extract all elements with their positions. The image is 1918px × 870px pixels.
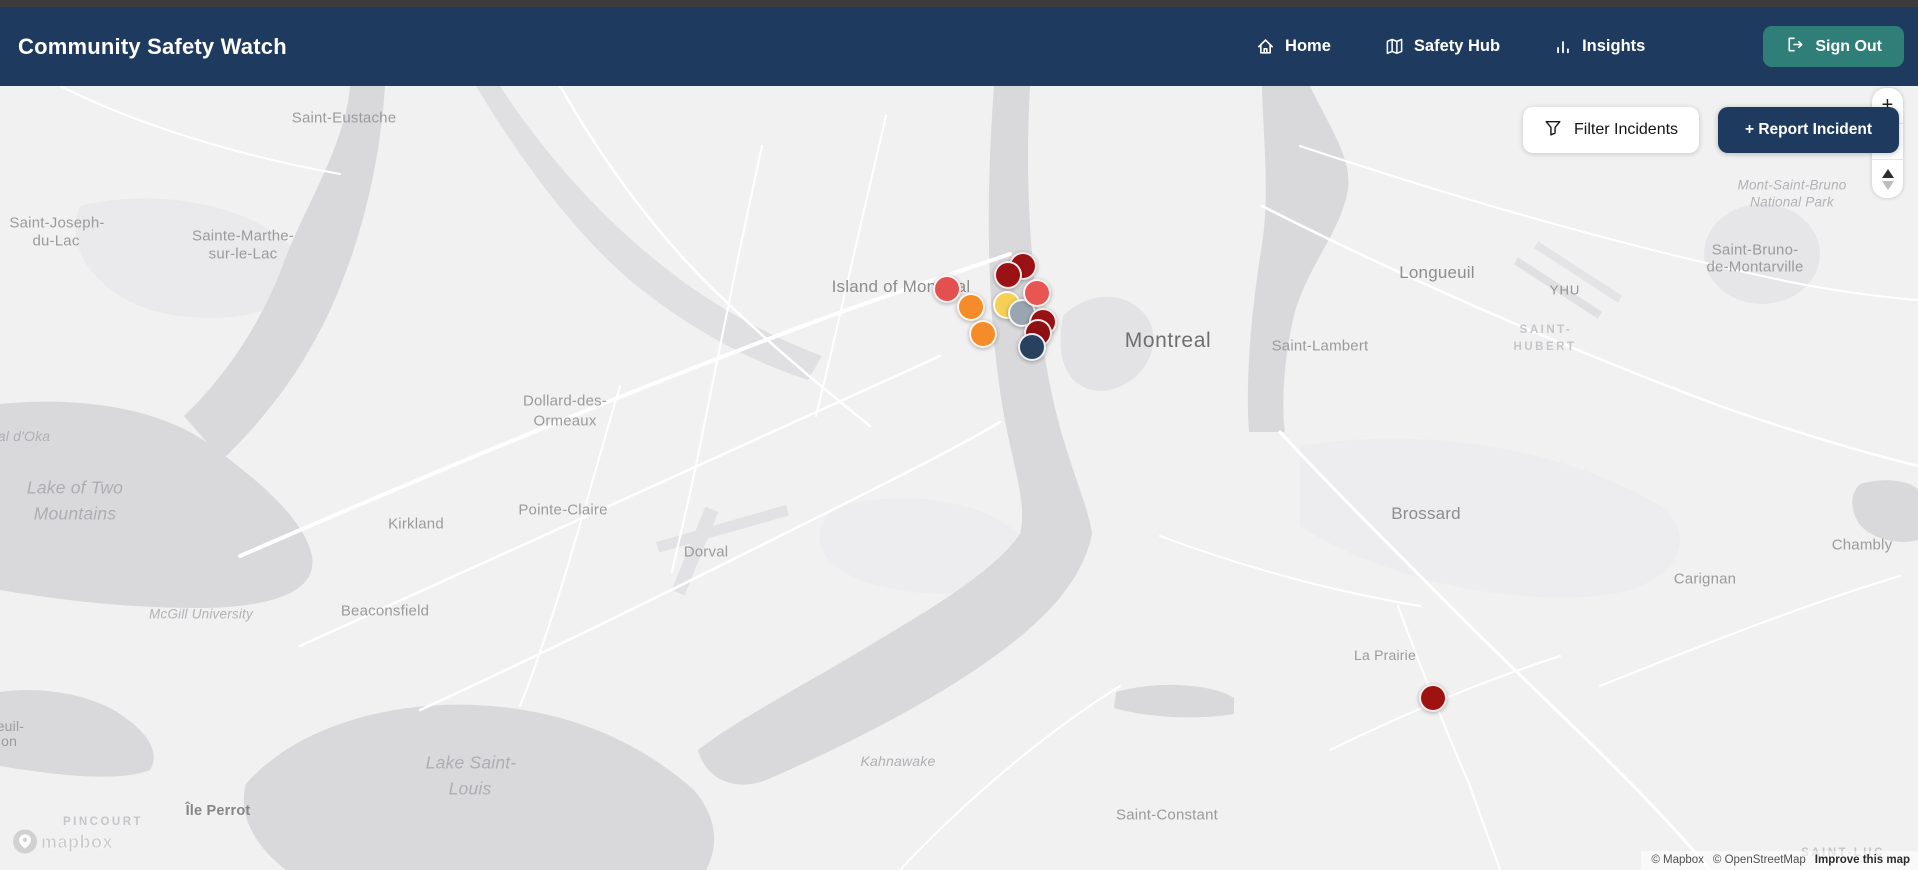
map-base-art [0,86,1918,870]
incident-marker[interactable] [1023,279,1051,307]
compass-button[interactable] [1872,160,1903,198]
incident-marker[interactable] [933,275,961,303]
nav-item-label: Safety Hub [1413,37,1501,55]
nav-item-label: Home [1285,37,1331,55]
app-header: Community Safety Watch Home Safety Hub I… [0,7,1918,86]
window-top-strip [0,0,1918,7]
home-icon [1256,37,1275,56]
incident-marker[interactable] [1419,684,1447,712]
sign-out-button[interactable]: Sign Out [1763,26,1904,67]
nav-item-label: Insights [1582,37,1646,55]
incident-marker[interactable] [969,320,997,348]
incident-marker[interactable] [994,261,1022,289]
header-nav: Home Safety Hub Insights Sign Out [1256,26,1904,67]
nav-item-safety-hub[interactable]: Safety Hub [1385,37,1500,56]
incident-marker[interactable] [957,293,985,321]
bar-chart-icon [1554,38,1572,56]
filter-incidents-label: Filter Incidents [1574,121,1679,138]
filter-funnel-icon [1544,119,1562,142]
nav-item-home[interactable]: Home [1256,37,1331,56]
incident-marker[interactable] [1018,333,1046,361]
compass-south-icon [1881,180,1894,190]
mapbox-wordmark: mapbox [41,832,113,852]
sign-out-label: Sign Out [1815,37,1882,55]
app-title: Community Safety Watch [18,33,287,59]
map-canvas[interactable]: Saint-Eustache Saint-Joseph-du-Lac Sainte-… [0,86,1918,870]
logout-icon [1785,35,1804,59]
compass-north-icon [1881,168,1894,178]
map-icon [1385,37,1404,56]
report-incident-button[interactable]: + Report Incident [1718,107,1899,153]
filter-incidents-button[interactable]: Filter Incidents [1523,107,1700,153]
improve-map-link[interactable]: Improve this map [1815,854,1910,866]
map-attribution: © Mapbox © OpenStreetMap Improve this ma… [1641,851,1918,870]
attribution-mapbox-link[interactable]: © Mapbox [1651,854,1704,866]
nav-item-insights[interactable]: Insights [1554,37,1645,56]
attribution-osm-link[interactable]: © OpenStreetMap [1713,854,1806,866]
mapbox-logo[interactable]: mapbox [12,828,124,860]
